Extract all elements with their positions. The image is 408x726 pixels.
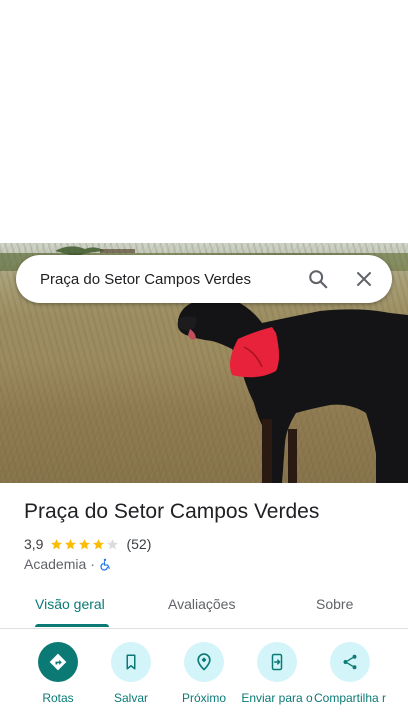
share-button[interactable]: Compartilha r (310, 642, 390, 706)
close-icon (357, 272, 371, 286)
map-area[interactable] (0, 0, 408, 243)
directions-button[interactable]: Rotas (18, 642, 98, 706)
send-to-phone-button[interactable]: Enviar para o (237, 642, 317, 706)
tab-reviews[interactable]: Avaliações (168, 596, 235, 612)
share-circle (330, 642, 370, 682)
send-to-phone-circle (257, 642, 297, 682)
star-filled-icon (79, 538, 91, 549)
star-rating (50, 538, 120, 551)
place-category: Academia (24, 556, 87, 572)
directions-circle (38, 642, 78, 682)
save-button[interactable]: Salvar (91, 642, 171, 706)
star-filled-icon (93, 538, 105, 549)
share-icon (343, 654, 357, 670)
save-label: Salvar (113, 691, 148, 705)
star-filled-icon (65, 538, 77, 549)
search-button[interactable] (298, 259, 338, 299)
category-row: Academia · (24, 556, 112, 572)
rating-value: 3,9 (24, 536, 44, 552)
active-tab-indicator (35, 624, 109, 627)
nearby-label: Próximo (181, 691, 226, 705)
nearby-circle (184, 642, 224, 682)
search-input[interactable]: Praça do Setor Campos Verdes (16, 271, 298, 288)
nearby-button[interactable]: Próximo (164, 642, 244, 706)
clear-search-button[interactable] (344, 259, 384, 299)
rating-row[interactable]: 3,9 (52) (24, 536, 151, 552)
directions-icon (49, 653, 67, 671)
wheelchair-accessible-icon (100, 558, 110, 571)
separator-dot: · (90, 556, 95, 572)
send-to-phone-icon (271, 653, 283, 671)
send-to-phone-label: Enviar para o (241, 691, 313, 705)
search-bar[interactable]: Praça do Setor Campos Verdes (16, 255, 392, 303)
star-empty-icon (107, 538, 119, 549)
tab-overview[interactable]: Visão geral (35, 596, 105, 612)
directions-label: Rotas (42, 691, 74, 705)
place-tabs: Visão geral Avaliações Sobre (0, 584, 408, 629)
bookmark-icon (126, 654, 136, 670)
nearby-icon (197, 653, 211, 671)
share-label: Compartilha r (313, 691, 387, 705)
search-icon (309, 270, 328, 289)
star-filled-icon (51, 538, 63, 549)
review-count: (52) (126, 536, 152, 552)
place-title: Praça do Setor Campos Verdes (24, 500, 320, 523)
save-circle (111, 642, 151, 682)
tab-about[interactable]: Sobre (316, 596, 353, 612)
